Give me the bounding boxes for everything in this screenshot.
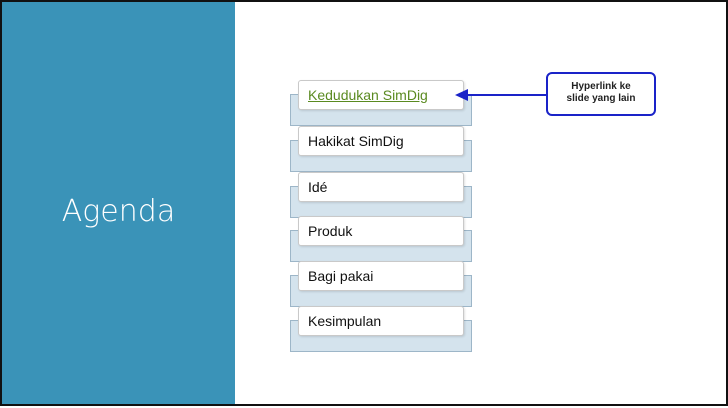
callout-line-1: Hyperlink ke: [571, 81, 631, 92]
callout-line-2: slide yang lain: [566, 93, 636, 104]
slide: Agenda Kedudukan SimDig Hakikat SimDig I…: [0, 0, 728, 406]
callout-arrow-icon: [455, 89, 547, 101]
hyperlink-callout: Hyperlink ke slide yang lain: [546, 72, 656, 116]
